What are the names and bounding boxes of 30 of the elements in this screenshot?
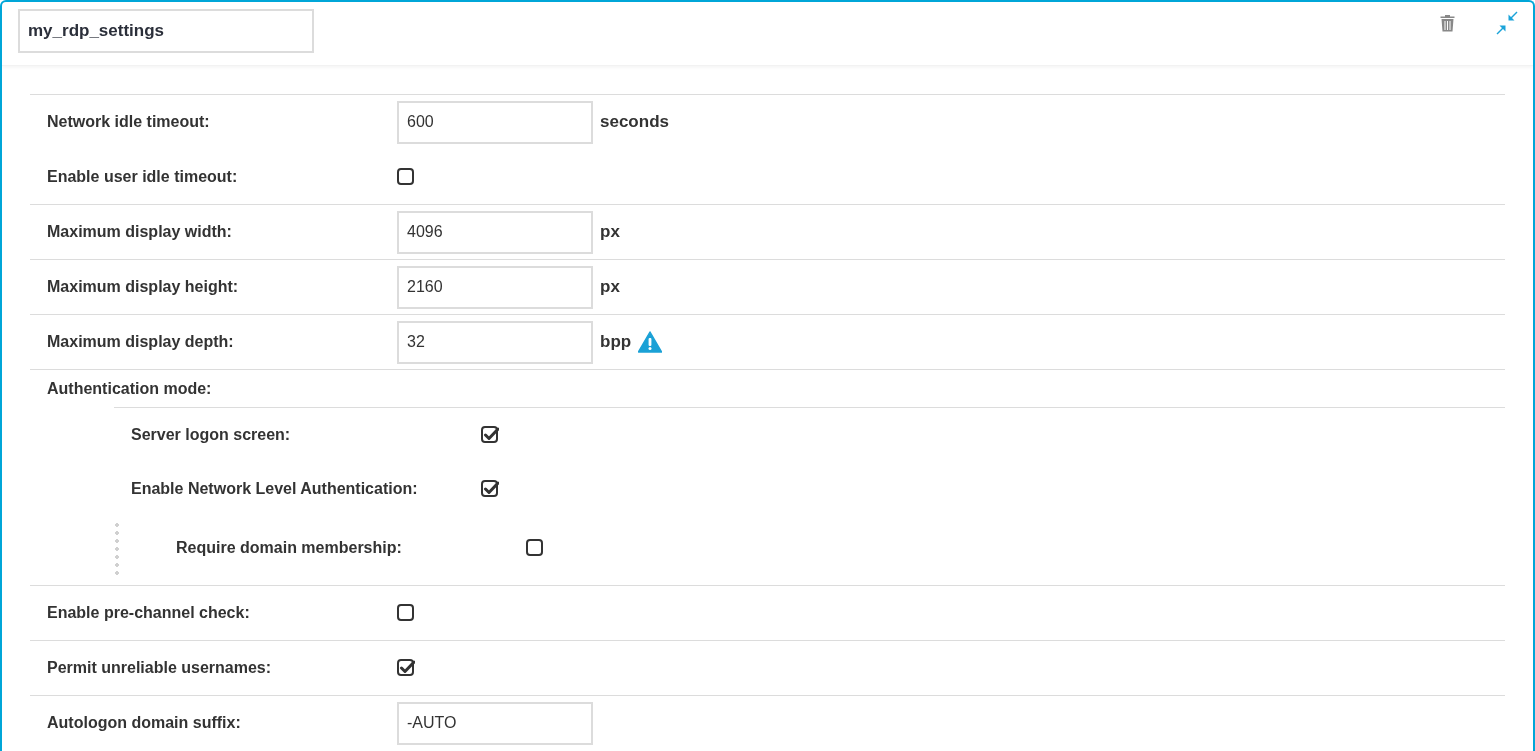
unit-label: seconds [600, 112, 669, 132]
text-field[interactable]: 2160 [397, 265, 593, 309]
checkbox[interactable] [397, 167, 415, 186]
checkbox[interactable] [481, 426, 499, 444]
text-field[interactable]: 4096 [397, 210, 593, 254]
name-field[interactable]: my_rdp_settings [18, 8, 314, 53]
unit-label: bpp [600, 332, 632, 352]
field-label: Authentication mode: [47, 379, 212, 398]
collapse-icon[interactable] [1495, 10, 1519, 35]
field-label: Enable user idle timeout: [47, 167, 239, 186]
text-field[interactable]: 32 [397, 320, 593, 364]
field-label: Maximum display depth: [47, 333, 235, 351]
unit-label: px [600, 277, 620, 297]
field-label: Maximum display height: [47, 278, 240, 296]
checkbox[interactable] [481, 480, 499, 498]
field-label: Require domain membership: [176, 539, 403, 557]
field-label: Maximum display width: [47, 223, 233, 241]
trash-icon[interactable] [1440, 13, 1455, 32]
field-label: Network idle timeout: [47, 113, 211, 131]
field-label: Autologon domain suffix: [47, 714, 242, 732]
text-field[interactable]: -AUTO [397, 701, 593, 745]
text-field[interactable]: 600 [397, 100, 593, 144]
checkbox[interactable] [397, 604, 415, 622]
field-label: Enable Network Level Authentication: [131, 480, 419, 498]
checkbox[interactable] [526, 539, 544, 557]
field-label: Enable pre-channel check: [47, 604, 251, 622]
unit-label: px [600, 222, 620, 242]
field-label: Server logon screen: [131, 426, 292, 444]
checkbox[interactable] [397, 659, 415, 677]
field-label: Permit unreliable usernames: [47, 659, 273, 677]
